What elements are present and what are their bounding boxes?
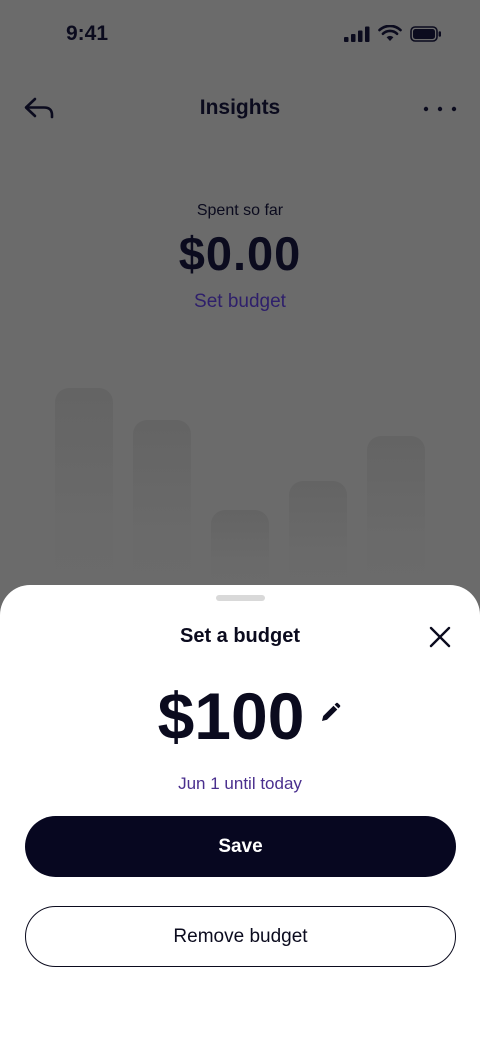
close-icon bbox=[429, 626, 451, 648]
wifi-icon bbox=[378, 25, 402, 41]
pencil-icon bbox=[322, 702, 341, 721]
save-button[interactable]: Save bbox=[25, 816, 456, 877]
nav-bar: Insights bbox=[0, 86, 480, 132]
chart-bar bbox=[367, 436, 425, 585]
chart-bar bbox=[211, 510, 269, 585]
edit-amount-button[interactable] bbox=[318, 701, 342, 725]
spent-label: Spent so far bbox=[196, 202, 284, 219]
budget-bottom-sheet: Set a budget $100 Jun 1 until today Save… bbox=[0, 585, 480, 1040]
remove-budget-button[interactable]: Remove budget bbox=[25, 906, 456, 967]
status-bar: 9:41 bbox=[0, 0, 480, 70]
date-range: Jun 1 until today bbox=[178, 774, 302, 793]
spent-value: $0.00 bbox=[178, 227, 302, 280]
budget-amount-row: $100 bbox=[0, 683, 480, 749]
sheet-grabber[interactable] bbox=[216, 595, 265, 601]
spending-summary: Spent so far $0.00 Set budget bbox=[0, 202, 480, 313]
set-budget-link[interactable]: Set budget bbox=[194, 291, 286, 313]
page-title: Insights bbox=[199, 96, 281, 119]
budget-amount[interactable]: $100 bbox=[158, 683, 305, 749]
more-dots-icon bbox=[423, 106, 457, 112]
more-button[interactable] bbox=[420, 94, 460, 124]
chart-bar bbox=[133, 420, 191, 585]
status-time: 9:41 bbox=[66, 22, 109, 45]
close-button[interactable] bbox=[426, 623, 454, 651]
chart-bar bbox=[289, 481, 347, 585]
sheet-title: Set a budget bbox=[179, 625, 300, 647]
chart-bar bbox=[55, 388, 113, 585]
cellular-signal-icon bbox=[344, 26, 370, 42]
status-icons bbox=[344, 25, 442, 42]
battery-icon bbox=[410, 25, 441, 42]
